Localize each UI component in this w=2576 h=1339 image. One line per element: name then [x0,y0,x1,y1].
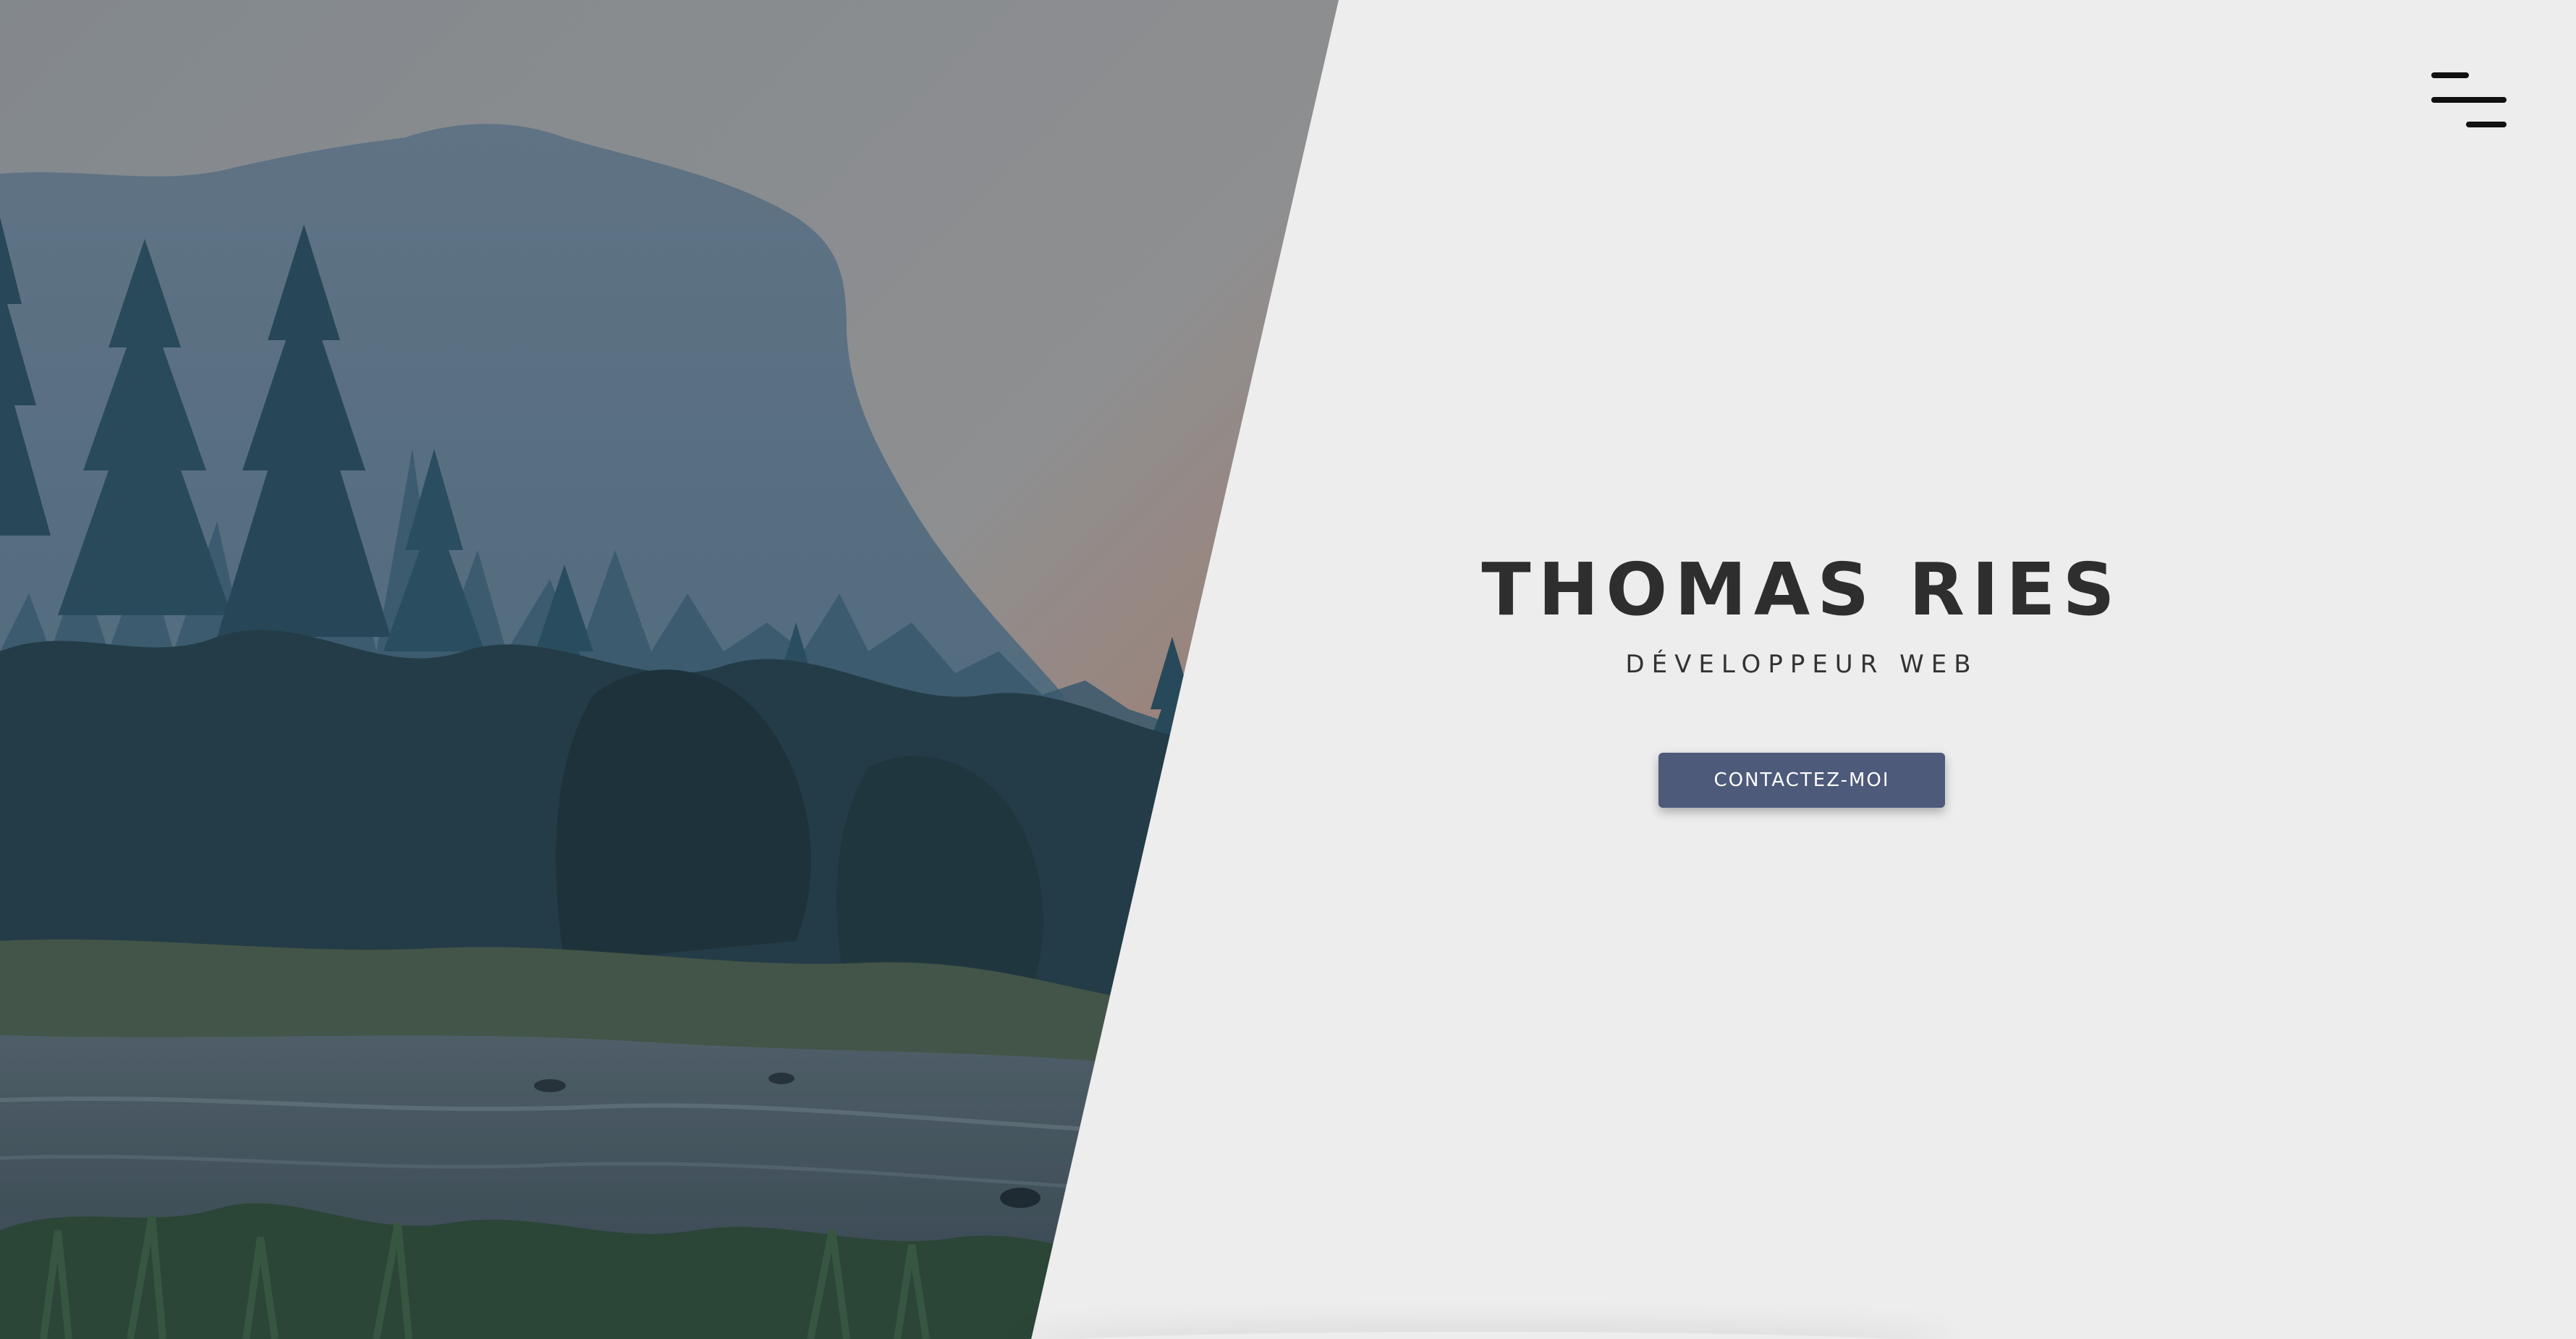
menu-button[interactable] [2431,67,2507,133]
hero-name: THOMAS RIES [1481,547,2122,632]
bottom-shadow-divider [1013,1332,1954,1339]
hero-content: THOMAS RIES DÉVELOPPEUR WEB CONTACTEZ-MO… [1360,543,2243,808]
hamburger-menu-icon-line [2431,97,2507,103]
contact-button[interactable]: CONTACTEZ-MOI [1658,753,1945,808]
hamburger-menu-icon [2431,72,2469,78]
hamburger-menu-icon-line [2466,122,2507,127]
landing-page: THOMAS RIES DÉVELOPPEUR WEB CONTACTEZ-MO… [0,0,2576,1339]
hero-landscape-image [0,0,1339,1339]
hero-subtitle: DÉVELOPPEUR WEB [1625,650,1978,679]
